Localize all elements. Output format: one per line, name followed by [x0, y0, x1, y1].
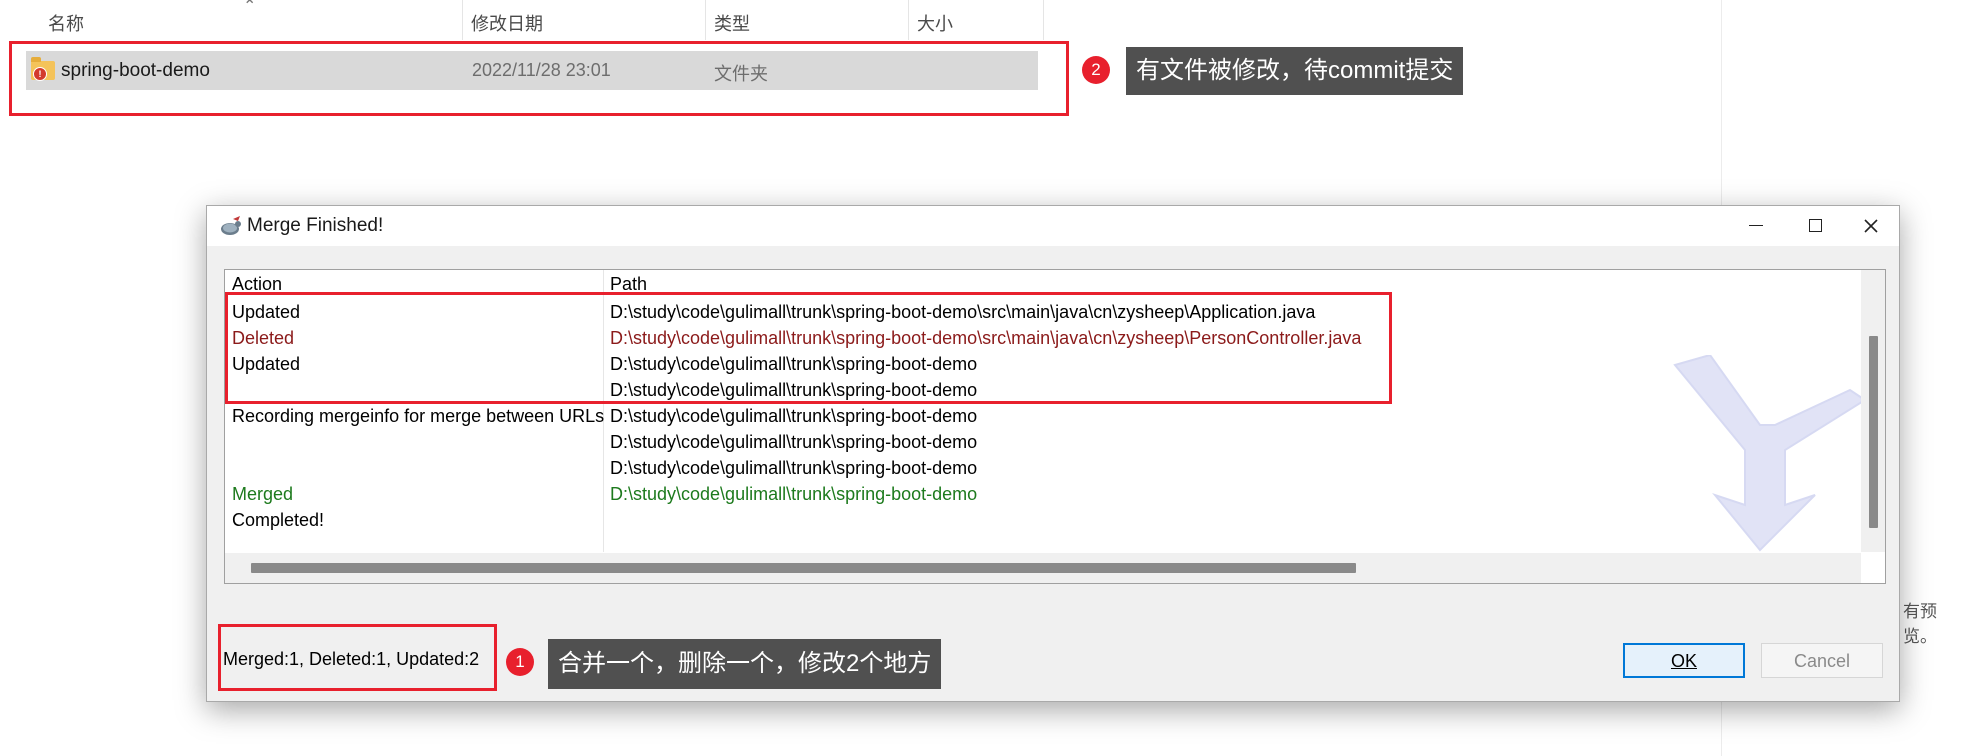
horizontal-scrollbar-thumb[interactable]	[251, 563, 1356, 573]
dialog-title: Merge Finished!	[247, 215, 384, 236]
highlight-box-changes	[225, 292, 1392, 404]
list-row[interactable]: Recording mergeinfo for merge between UR…	[225, 405, 1825, 431]
sort-caret-icon: ⌃	[243, 0, 257, 15]
ok-button[interactable]: OK	[1623, 643, 1745, 678]
column-separator[interactable]	[908, 0, 909, 40]
cancel-button[interactable]: Cancel	[1761, 643, 1883, 678]
tortoisesvn-app-icon	[221, 216, 241, 235]
row-path: D:\study\code\gulimall\trunk\spring-boot…	[610, 432, 978, 452]
list-row[interactable]: Completed!	[225, 509, 1825, 535]
list-row[interactable]: Merged D:\study\code\gulimall\trunk\spri…	[225, 483, 1825, 509]
row-action: Completed!	[232, 510, 325, 530]
row-path: D:\study\code\gulimall\trunk\spring-boot…	[610, 458, 978, 478]
row-action: Merged	[232, 484, 294, 504]
annotation-badge-1: 1	[506, 648, 534, 676]
highlight-box-file-row	[9, 41, 1069, 116]
row-action: Recording mergeinfo for merge between UR…	[232, 406, 605, 426]
column-type[interactable]: 类型	[714, 10, 750, 36]
horizontal-scrollbar[interactable]	[225, 553, 1861, 583]
dialog-titlebar[interactable]: Merge Finished!	[207, 206, 1899, 246]
annotation-badge-2: 2	[1082, 56, 1110, 84]
column-separator[interactable]	[705, 0, 706, 40]
column-name[interactable]: 名称	[48, 10, 84, 36]
maximize-icon	[1809, 219, 1822, 232]
row-path: D:\study\code\gulimall\trunk\spring-boot…	[610, 484, 978, 504]
annotation-callout-2: 有文件被修改，待commit提交	[1126, 47, 1464, 95]
column-separator[interactable]	[1043, 0, 1044, 40]
column-size[interactable]: 大小	[917, 10, 953, 36]
minimize-button[interactable]	[1725, 206, 1785, 246]
merge-watermark-icon	[1673, 355, 1867, 552]
list-row[interactable]: D:\study\code\gulimall\trunk\spring-boot…	[225, 457, 1825, 483]
vertical-scrollbar-thumb[interactable]	[1869, 336, 1878, 528]
vertical-scrollbar[interactable]	[1861, 270, 1885, 552]
list-row[interactable]: D:\study\code\gulimall\trunk\spring-boot…	[225, 431, 1825, 457]
row-path: D:\study\code\gulimall\trunk\spring-boot…	[610, 406, 978, 426]
column-header: ⌃ 名称 修改日期 类型 大小	[0, 0, 1045, 40]
close-icon	[1864, 219, 1878, 233]
maximize-button[interactable]	[1785, 206, 1845, 246]
column-separator[interactable]	[462, 0, 463, 40]
preview-pane-text: 有预览。	[1903, 602, 1937, 646]
minimize-icon	[1749, 225, 1763, 226]
close-button[interactable]	[1841, 206, 1901, 246]
highlight-box-status	[218, 624, 497, 691]
ok-button-label: OK	[1670, 651, 1697, 671]
column-modified-date[interactable]: 修改日期	[471, 10, 543, 36]
annotation-callout-1: 合并一个，删除一个，修改2个地方	[548, 639, 942, 689]
